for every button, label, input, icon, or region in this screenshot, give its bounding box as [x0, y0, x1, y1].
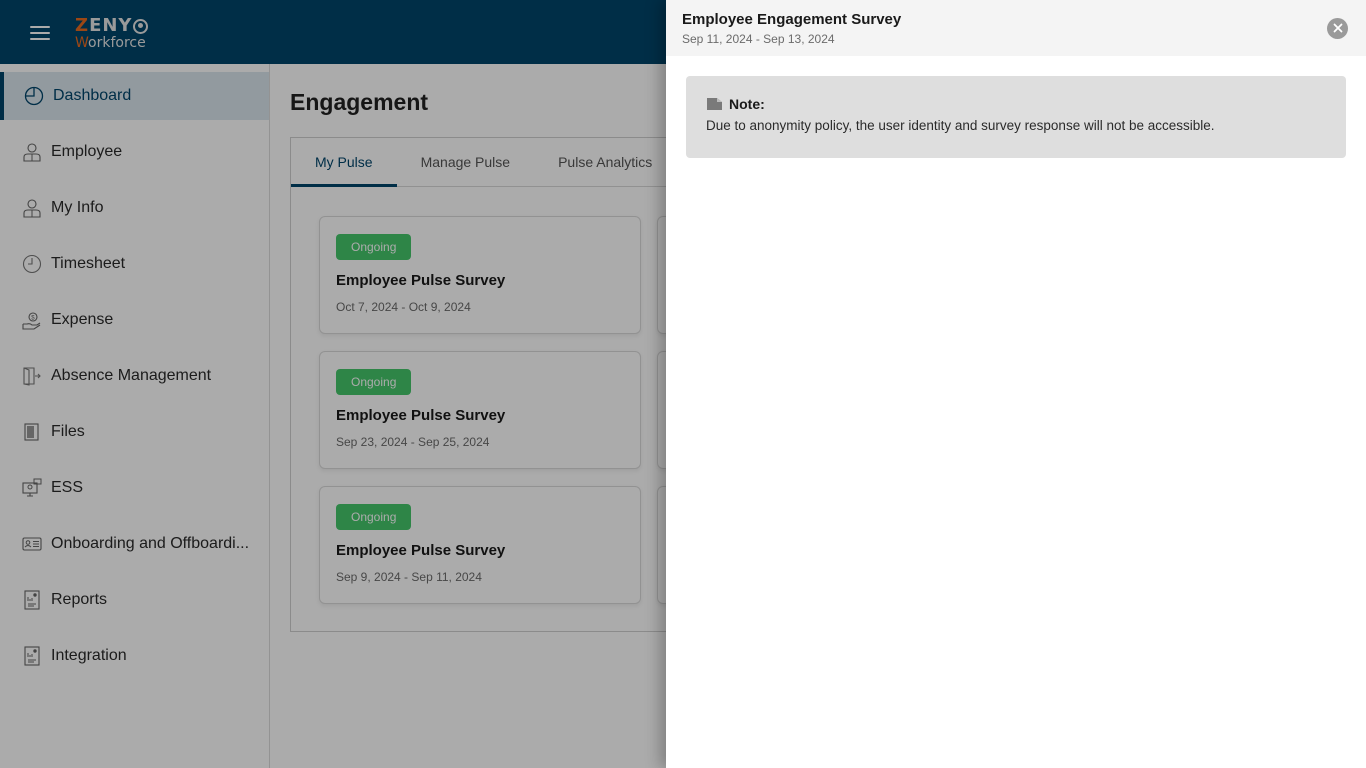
anonymity-note: Note: Due to anonymity policy, the user …	[686, 76, 1346, 158]
note-heading-row: Note:	[706, 96, 1326, 112]
document-icon	[706, 97, 723, 111]
drawer-header: Employee Engagement Survey Sep 11, 2024 …	[666, 0, 1366, 56]
drawer-dates: Sep 11, 2024 - Sep 13, 2024	[682, 32, 835, 46]
close-button[interactable]	[1327, 18, 1348, 39]
drawer-title: Employee Engagement Survey	[682, 11, 902, 28]
close-circle-icon	[1333, 20, 1343, 38]
note-heading: Note:	[729, 96, 765, 112]
note-text: Due to anonymity policy, the user identi…	[706, 118, 1215, 133]
survey-detail-drawer: Employee Engagement Survey Sep 11, 2024 …	[666, 0, 1366, 768]
